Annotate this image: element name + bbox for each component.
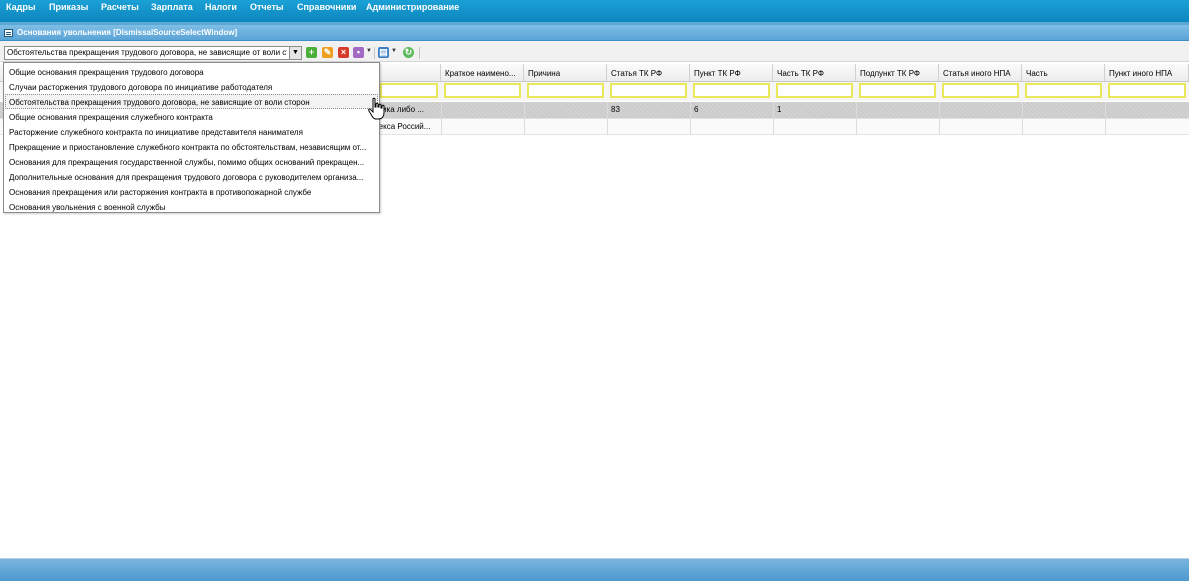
dropdown-option[interactable]: Расторжение служебного контракта по иниц… — [5, 124, 378, 139]
print-icon[interactable]: ▤ — [378, 47, 389, 58]
dropdown-option[interactable]: Основания увольнения с военной службы — [5, 199, 378, 214]
filter-input-tk-subpoint[interactable] — [859, 83, 936, 98]
menu-item-kadry[interactable]: Кадры — [6, 2, 36, 12]
filter-input-reason[interactable] — [527, 83, 604, 98]
cell-name: декса Россий... — [374, 122, 431, 131]
dropdown-option[interactable]: Дополнительные основания для прекращения… — [5, 169, 378, 184]
column-header-tk-point[interactable]: Пункт ТК РФ — [690, 64, 773, 82]
menu-item-spravochniki[interactable]: Справочники — [297, 2, 356, 12]
chevron-down-icon[interactable]: ▼ — [289, 47, 301, 59]
window-title: Основания увольнения [DismissalSourceSel… — [17, 28, 238, 37]
dismissal-category-dropdown-list: Общие основания прекращения трудового до… — [3, 62, 380, 213]
refresh-icon[interactable]: ↻ — [403, 47, 414, 58]
filter-input-other-npa-point[interactable] — [1108, 83, 1186, 98]
filter-input-part[interactable] — [1025, 83, 1102, 98]
edit-icon[interactable]: ✎ — [322, 47, 333, 58]
menu-item-zarplata[interactable]: Зарплата — [151, 2, 193, 12]
combo-value: Обстоятельства прекращения трудового дог… — [7, 48, 287, 57]
menu-item-prikazy[interactable]: Приказы — [49, 2, 88, 12]
column-header-part[interactable]: Часть — [1022, 64, 1105, 82]
column-header-other-npa-point[interactable]: Пункт иного НПА — [1105, 64, 1189, 82]
column-divider — [524, 102, 525, 135]
column-divider — [939, 102, 940, 135]
column-divider — [773, 102, 774, 135]
filter-input-tk-point[interactable] — [693, 83, 770, 98]
filter-input-other-npa-article[interactable] — [942, 83, 1019, 98]
column-header-label: Статья иного НПА — [943, 69, 1011, 78]
column-header-short-name[interactable]: Краткое наимено... — [441, 64, 524, 82]
menu-item-administrirovanie[interactable]: Администрирование — [366, 2, 459, 12]
delete-icon[interactable]: × — [338, 47, 349, 58]
column-header-label: Статья ТК РФ — [611, 69, 663, 78]
dropdown-option[interactable]: Основания для прекращения государственно… — [5, 154, 378, 169]
column-header-label: Причина — [528, 69, 561, 78]
dropdown-option[interactable]: Прекращение и приостановление служебного… — [5, 139, 378, 154]
column-header-other-npa-article[interactable]: Статья иного НПА — [939, 64, 1022, 82]
filter-input-short-name[interactable] — [444, 83, 521, 98]
cell-tk-point: 6 — [694, 105, 699, 114]
print-dropdown-arrow-icon[interactable]: ▼ — [391, 48, 397, 54]
column-header-label: Часть — [1026, 69, 1048, 78]
filter-input-tk-part[interactable] — [776, 83, 853, 98]
column-header-label: Часть ТК РФ — [777, 69, 824, 78]
column-divider — [607, 102, 608, 135]
column-divider — [690, 102, 691, 135]
bottom-status-bar — [0, 558, 1189, 581]
column-header-label: Краткое наимено... — [445, 69, 516, 78]
cell-tk-article: 83 — [611, 105, 620, 114]
dropdown-option[interactable]: Основания прекращения или расторжения ко… — [5, 184, 378, 199]
cell-tk-part: 1 — [777, 105, 782, 114]
column-header-reason[interactable]: Причина — [524, 64, 607, 82]
toolbar: Обстоятельства прекращения трудового дог… — [0, 41, 1189, 62]
dropdown-option[interactable]: Общие основания прекращения служебного к… — [5, 109, 378, 124]
top-menu-bar: Кадры Приказы Расчеты Зарплата Налоги От… — [0, 0, 1189, 22]
toolbar-separator — [374, 47, 375, 59]
column-header-tk-part[interactable]: Часть ТК РФ — [773, 64, 856, 82]
actions-dropdown-arrow-icon[interactable]: ▼ — [366, 48, 372, 54]
window-icon — [4, 29, 13, 37]
menu-item-nalogi[interactable]: Налоги — [205, 2, 237, 12]
column-header-label: Пункт ТК РФ — [694, 69, 741, 78]
column-divider — [1105, 102, 1106, 135]
dropdown-option-selected[interactable]: Обстоятельства прекращения трудового дог… — [5, 94, 378, 109]
menu-item-otchety[interactable]: Отчеты — [250, 2, 284, 12]
menu-item-raschety[interactable]: Расчеты — [101, 2, 139, 12]
add-icon[interactable]: + — [306, 47, 317, 58]
column-header-tk-subpoint[interactable]: Подпункт ТК РФ — [856, 64, 939, 82]
dropdown-option[interactable]: Случаи расторжения трудового договора по… — [5, 79, 378, 94]
hand-cursor-icon — [368, 97, 385, 120]
column-divider — [856, 102, 857, 135]
filter-input-tk-article[interactable] — [610, 83, 687, 98]
dismissal-category-combo[interactable]: Обстоятельства прекращения трудового дог… — [4, 46, 302, 60]
toolbar-separator — [419, 47, 420, 59]
column-header-tk-article[interactable]: Статья ТК РФ — [607, 64, 690, 82]
column-header-label: Пункт иного НПА — [1109, 69, 1173, 78]
column-divider — [441, 102, 442, 135]
column-header-label: Подпункт ТК РФ — [860, 69, 921, 78]
filter-input-name[interactable] — [380, 83, 438, 98]
actions-icon[interactable]: • — [353, 47, 364, 58]
window-header: Основания увольнения [DismissalSourceSel… — [0, 25, 1189, 41]
column-divider — [1022, 102, 1023, 135]
dropdown-option[interactable]: Общие основания прекращения трудового до… — [5, 64, 378, 79]
